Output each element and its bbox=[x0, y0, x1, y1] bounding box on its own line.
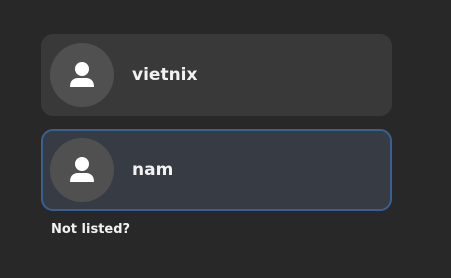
user-row-nam[interactable]: nam bbox=[41, 129, 392, 211]
user-list: vietnix nam bbox=[41, 34, 392, 211]
username-label: vietnix bbox=[132, 65, 198, 85]
not-listed-link[interactable]: Not listed? bbox=[51, 222, 130, 237]
user-avatar-icon bbox=[50, 43, 114, 107]
user-avatar-icon bbox=[50, 138, 114, 202]
username-label: nam bbox=[132, 160, 174, 180]
login-screen: vietnix nam Not listed? bbox=[0, 0, 451, 278]
user-row-vietnix[interactable]: vietnix bbox=[41, 34, 392, 116]
